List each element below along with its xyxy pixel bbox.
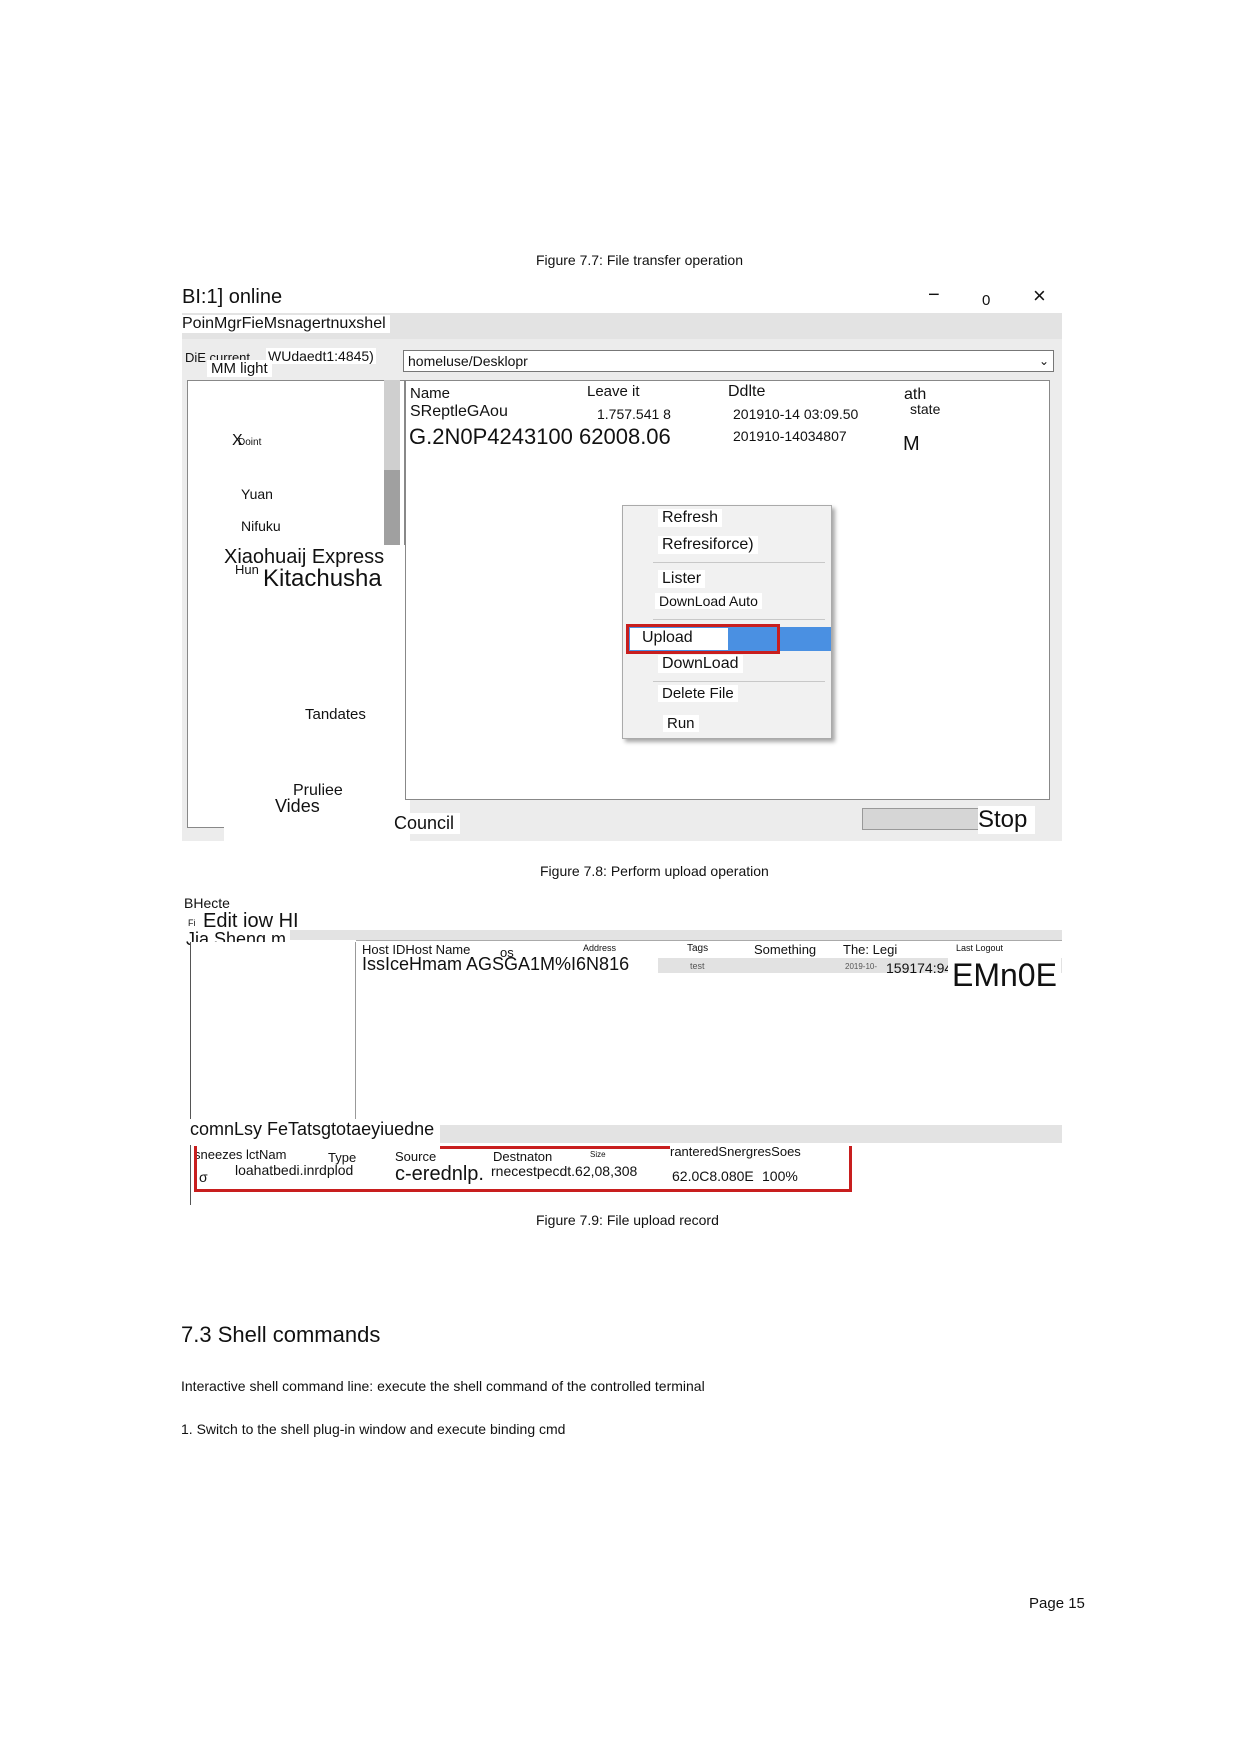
menu-separator (653, 562, 825, 563)
window-title: BI:1] online (182, 286, 283, 308)
menu-item-refresh[interactable]: Refresh (658, 509, 723, 527)
tree-scrollbar[interactable] (384, 380, 400, 545)
column-header-state[interactable]: state (910, 401, 940, 417)
tree-item[interactable]: Vides (275, 796, 320, 817)
toolbar-label: PoinMgrFieMsnagertnuxshel (182, 315, 390, 333)
file-row-date: 201910-14034807 (733, 428, 847, 444)
figure-7-7-caption: Figure 7.7: File transfer operation (536, 252, 743, 268)
council-label: Council (388, 813, 461, 834)
menu-item-download[interactable]: DownLoad (658, 655, 743, 673)
column-header-date[interactable]: Ddlte (728, 383, 765, 401)
column-header-name[interactable]: Name (410, 385, 450, 402)
window-2-title: BHecte (184, 895, 230, 911)
tree-item[interactable]: Hun (235, 562, 259, 577)
menu-prefix: Fi (188, 918, 196, 928)
minimize-button[interactable]: − (928, 284, 940, 307)
record-row-destination: rnecestpecdt.62,08,308 (491, 1163, 638, 1179)
path-sub-label: MM light (207, 360, 272, 377)
record-row-progress: 100% (762, 1168, 798, 1184)
tree-item[interactable]: Tandates (305, 706, 366, 723)
upload-highlight-frame (626, 624, 780, 654)
file-row-date: 201910-14 03:09.50 (733, 406, 859, 422)
menu-item-refresh-force[interactable]: Refresiforce) (658, 536, 758, 554)
file-row-attr: M (903, 433, 920, 455)
section-step: 1. Switch to the shell plug-in window an… (181, 1421, 566, 1437)
menu-item-run[interactable]: Run (663, 715, 699, 732)
progress-bar (862, 808, 979, 830)
stop-button[interactable]: Stop (978, 806, 1036, 834)
page-number: Page 15 (1029, 1595, 1085, 1612)
menu-separator (653, 619, 825, 620)
chevron-down-icon[interactable]: ⌄ (1039, 354, 1049, 368)
last-logout-column-header[interactable]: Last Logout (956, 943, 1003, 953)
something-column-header[interactable]: Something (754, 942, 816, 957)
bottom-tabs[interactable]: comnLsy FeTatsgtotaeyiuedne (190, 1119, 439, 1140)
menu-separator (653, 681, 825, 682)
path-input-value: homeluse/Desklopr (408, 353, 528, 369)
tree-item[interactable]: Kitachusha (263, 565, 382, 593)
maximize-button[interactable]: 0 (982, 292, 990, 309)
path-input[interactable]: homeluse/Desklopr ⌄ (403, 350, 1054, 372)
figure-7-8-caption: Figure 7.8: Perform upload operation (540, 863, 769, 879)
file-row-size: 1.757.541 8 (597, 406, 671, 422)
host-tree-panel (190, 942, 356, 1122)
context-menu: Refresh Refresiforce) Lister DownLoad Au… (622, 505, 832, 739)
window-toolbar: PoinMgrFieMsnagertnuxshel (182, 313, 1062, 339)
record-row-size: 62.0C8.080E (672, 1168, 754, 1184)
host-row-name[interactable]: IssIceHmam AGSGA1M%I6N816 (362, 954, 629, 975)
tree-item[interactable]: Nifuku (241, 518, 281, 534)
section-paragraph: Interactive shell command line: execute … (181, 1378, 705, 1394)
record-row-icon: σ (199, 1169, 208, 1185)
host-row-tags: test (690, 961, 705, 971)
column-header-size[interactable]: Leave it (587, 383, 640, 400)
figure-7-9-caption: Figure 7.9: File upload record (536, 1212, 719, 1228)
record-row-name[interactable]: loahatbedi.inrdplod (235, 1162, 353, 1178)
tree-scrollbar-thumb[interactable] (384, 470, 400, 545)
file-row-name[interactable]: SReptleGAou (410, 403, 508, 421)
host-row-big-label: EMn0E (948, 957, 1061, 994)
tree-item[interactable]: Yuan (241, 486, 273, 502)
menu-item-delete-file[interactable]: Delete File (658, 685, 738, 702)
host-row-date-small: 2019-10- (845, 962, 878, 971)
path-label-2: WUdaedt1:4845) (266, 348, 376, 364)
menu-item-download-auto[interactable]: DownLoad Auto (655, 593, 762, 609)
close-button[interactable]: × (1033, 283, 1046, 309)
host-row-date: 159174:94 (886, 960, 953, 976)
tags-column-header[interactable]: Tags (687, 943, 708, 954)
login-column-header[interactable]: The: Legi (843, 942, 897, 957)
file-row-name[interactable]: G.2N0P4243100 62008.06 (409, 424, 671, 450)
record-row-source: c-erednlp. (395, 1163, 484, 1185)
menu-item-lister[interactable]: Lister (658, 570, 706, 588)
address-column-header[interactable]: Address (583, 943, 616, 953)
section-heading: 7.3 Shell commands (181, 1322, 381, 1347)
tree-item-extra: Doint (238, 437, 262, 448)
